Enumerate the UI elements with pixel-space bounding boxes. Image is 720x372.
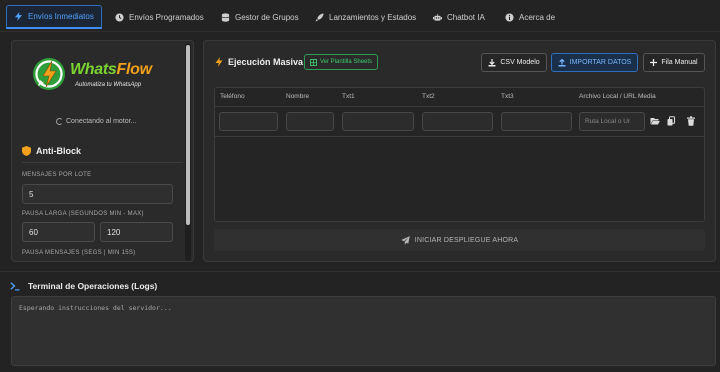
csv-button-label: CSV Modelo bbox=[500, 59, 540, 66]
top-tab-bar: Envíos Inmediatos Envíos Programados Ges… bbox=[0, 0, 720, 32]
sidebar-scrollbar[interactable] bbox=[185, 43, 191, 261]
import-button-label: IMPORTAR DATOS bbox=[569, 59, 632, 66]
brand-name: WhatsFlow bbox=[70, 61, 152, 78]
batch-size-input[interactable]: 5 bbox=[22, 184, 173, 204]
view-sheets-template-button[interactable]: Ver Plantilla Sheets bbox=[304, 54, 379, 70]
start-deployment-button[interactable]: INICIAR DESPLIEGUE AHORA bbox=[214, 229, 705, 251]
antiblock-heading: Anti-Block bbox=[22, 146, 81, 156]
log-line: Esperando instrucciones del servidor... bbox=[19, 304, 172, 312]
tab-chatbot-ia[interactable]: Chatbot IA bbox=[426, 5, 492, 29]
paste-icon[interactable] bbox=[666, 116, 676, 126]
long-pause-max-input[interactable]: 120 bbox=[100, 222, 173, 242]
add-row-button-label: Fila Manual bbox=[661, 59, 698, 66]
shield-icon bbox=[22, 146, 31, 156]
spinner-icon bbox=[56, 118, 63, 125]
lightning-icon bbox=[14, 12, 23, 21]
add-manual-row-button[interactable]: Fila Manual bbox=[643, 53, 705, 72]
column-header: Archivo Local / URL Media bbox=[579, 93, 656, 100]
whatsflow-logo: WhatsFlow Automatiza tu WhatsApp bbox=[30, 54, 170, 94]
upload-icon bbox=[558, 58, 566, 66]
batch-size-label: MENSAJES POR LOTE bbox=[22, 172, 92, 178]
column-header: Nombre bbox=[286, 93, 310, 100]
info-icon bbox=[505, 12, 514, 22]
panel-title: Ejecución Masiva bbox=[228, 57, 304, 67]
tab-gestor-grupos[interactable]: Gestor de Grupos bbox=[214, 5, 306, 29]
robot-icon bbox=[433, 13, 442, 21]
terminal-prompt-icon bbox=[10, 281, 20, 290]
tab-label: Gestor de Grupos bbox=[235, 12, 299, 22]
brand-tagline: Automatiza tu WhatsApp bbox=[75, 82, 142, 88]
terminal-title: Terminal de Operaciones (Logs) bbox=[28, 281, 158, 291]
row-divider bbox=[215, 136, 704, 137]
whatsapp-logo-icon bbox=[33, 58, 65, 90]
message-pause-label: PAUSA MENSAJES (SEGS | MIN 15S) bbox=[22, 250, 136, 256]
txt2-cell-input[interactable] bbox=[422, 112, 493, 131]
contacts-table: Teléfono Nombre Txt1 Txt2 Txt3 Archivo L… bbox=[214, 87, 705, 222]
long-pause-min-input[interactable]: 60 bbox=[22, 222, 95, 242]
phone-cell-input[interactable] bbox=[219, 112, 278, 131]
engine-status: Conectando al motor... bbox=[56, 118, 136, 125]
column-header: Teléfono bbox=[220, 93, 245, 100]
terminal-heading: Terminal de Operaciones (Logs) bbox=[10, 281, 157, 291]
lightning-icon bbox=[215, 57, 223, 67]
tab-envios-inmediatos[interactable]: Envíos Inmediatos bbox=[6, 5, 102, 29]
column-header: Txt1 bbox=[342, 93, 355, 100]
trash-icon[interactable] bbox=[686, 116, 696, 126]
folder-open-icon[interactable] bbox=[650, 116, 660, 126]
csv-template-button[interactable]: CSV Modelo bbox=[481, 53, 547, 72]
clock-icon bbox=[115, 12, 124, 22]
divider bbox=[22, 162, 183, 163]
txt3-cell-input[interactable] bbox=[501, 112, 572, 131]
tab-envios-programados[interactable]: Envíos Programados bbox=[108, 5, 211, 29]
tab-lanzamientos[interactable]: Lanzamientos y Estados bbox=[308, 5, 423, 29]
tab-label: Envíos Programados bbox=[129, 12, 204, 22]
terminal-separator bbox=[0, 271, 720, 272]
sheets-button-label: Ver Plantilla Sheets bbox=[320, 59, 373, 65]
column-header: Txt2 bbox=[422, 93, 435, 100]
download-icon bbox=[488, 58, 496, 66]
engine-status-text: Conectando al motor... bbox=[66, 118, 137, 125]
paper-plane-icon bbox=[400, 235, 410, 245]
antiblock-title: Anti-Block bbox=[36, 146, 81, 156]
scrollbar-thumb[interactable] bbox=[186, 45, 190, 225]
tab-label: Chatbot IA bbox=[447, 12, 485, 22]
header-divider bbox=[215, 106, 704, 107]
txt1-cell-input[interactable] bbox=[342, 112, 414, 131]
bulk-execution-panel: Ejecución Masiva Ver Plantilla Sheets CS… bbox=[203, 40, 716, 262]
terminal-log-area[interactable]: Esperando instrucciones del servidor... bbox=[11, 296, 716, 366]
import-data-button[interactable]: IMPORTAR DATOS bbox=[551, 53, 638, 72]
tab-acerca-de[interactable]: Acerca de bbox=[498, 5, 562, 29]
tab-label: Acerca de bbox=[519, 12, 556, 22]
database-icon bbox=[221, 12, 230, 22]
tab-label: Envíos Inmediatos bbox=[28, 12, 94, 21]
media-path-input[interactable]: Ruta Local o Ur bbox=[579, 112, 645, 131]
name-cell-input[interactable] bbox=[286, 112, 334, 131]
long-pause-label: PAUSA LARGA (SEGUNDOS MIN - MAX) bbox=[22, 211, 144, 217]
start-deployment-label: INICIAR DESPLIEGUE AHORA bbox=[414, 236, 519, 244]
column-header: Txt3 bbox=[501, 93, 514, 100]
panel-heading: Ejecución Masiva bbox=[215, 57, 303, 67]
rocket-icon bbox=[315, 12, 324, 22]
config-sidebar: WhatsFlow Automatiza tu WhatsApp Conecta… bbox=[11, 40, 194, 262]
table-icon bbox=[310, 58, 317, 66]
tab-label: Lanzamientos y Estados bbox=[329, 12, 417, 22]
plus-icon bbox=[650, 59, 658, 66]
